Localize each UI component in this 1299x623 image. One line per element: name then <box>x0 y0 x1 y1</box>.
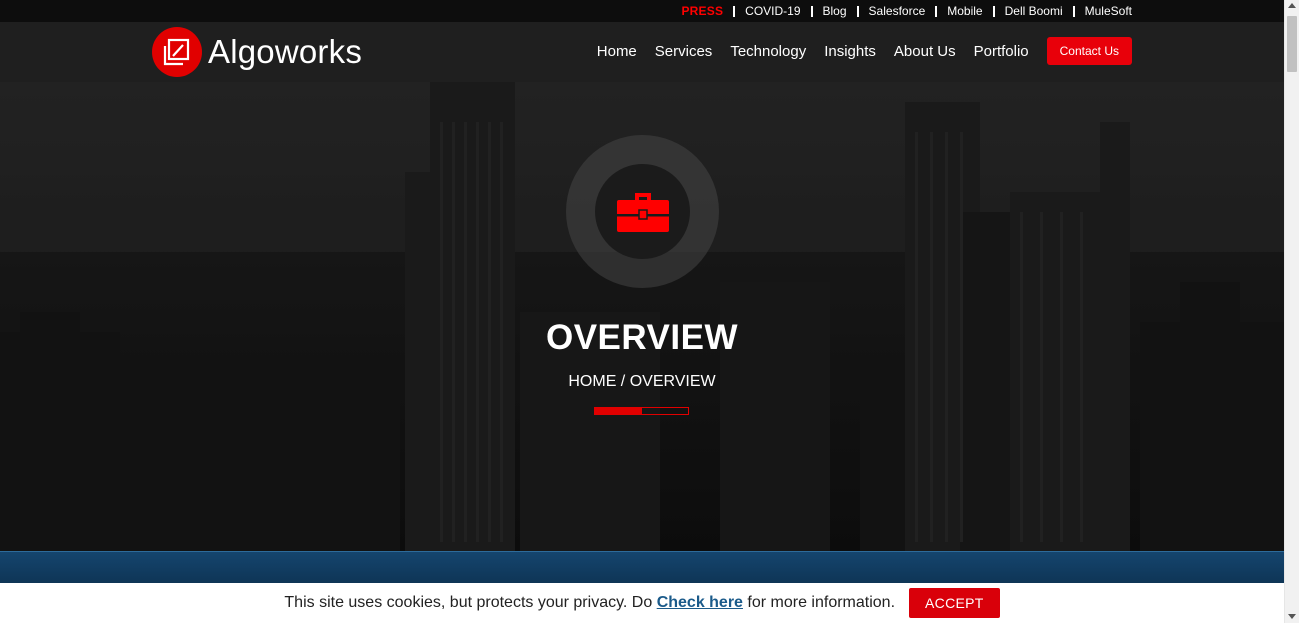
separator <box>1072 5 1075 17</box>
scroll-down-arrow-icon[interactable] <box>1288 614 1296 619</box>
main-nav: Home Services Technology Insights About … <box>579 37 1132 65</box>
title-underline-fill <box>595 408 642 414</box>
nav-insights[interactable]: Insights <box>824 43 876 60</box>
check-here-link[interactable]: Check here <box>657 594 743 611</box>
breadcrumb: HOME / OVERVIEW <box>568 373 716 390</box>
nav-technology[interactable]: Technology <box>730 43 806 60</box>
nav-services[interactable]: Services <box>655 43 713 60</box>
nav-about-us[interactable]: About Us <box>894 43 956 60</box>
mulesoft-link[interactable]: MuleSoft <box>1085 4 1132 18</box>
title-underline-bar <box>594 407 689 415</box>
logo-text: Algoworks <box>208 33 363 70</box>
press-link[interactable]: PRESS <box>681 4 723 18</box>
site-header: Algoworks Home Services Technology Insig… <box>0 22 1284 82</box>
contact-us-button[interactable]: Contact Us <box>1046 37 1132 65</box>
page-scrollbar[interactable] <box>1284 0 1299 623</box>
accept-cookies-button[interactable]: ACCEPT <box>909 588 1000 618</box>
separator <box>856 5 859 17</box>
mobile-link[interactable]: Mobile <box>947 4 982 18</box>
separator <box>810 5 813 17</box>
cookie-message: This site uses cookies, but protects you… <box>284 594 895 612</box>
top-utility-bar: PRESS COVID-19 Blog Salesforce Mobile De… <box>0 0 1284 22</box>
nav-portfolio[interactable]: Portfolio <box>974 43 1029 60</box>
dell-boomi-link[interactable]: Dell Boomi <box>1005 4 1063 18</box>
separator <box>733 5 736 17</box>
cookie-text-after: for more information. <box>742 594 896 611</box>
blog-link[interactable]: Blog <box>823 4 847 18</box>
covid-link[interactable]: COVID-19 <box>745 4 800 18</box>
cookie-text-before: This site uses cookies, but protects you… <box>284 594 657 611</box>
cookie-banner: This site uses cookies, but protects you… <box>0 583 1284 623</box>
page-title: OVERVIEW <box>545 318 738 357</box>
logo-icon <box>152 27 202 77</box>
salesforce-link[interactable]: Salesforce <box>869 4 926 18</box>
scrollbar-thumb[interactable] <box>1287 16 1297 72</box>
scroll-up-arrow-icon[interactable] <box>1288 3 1296 8</box>
separator <box>992 5 995 17</box>
briefcase-icon <box>595 164 690 259</box>
nav-home[interactable]: Home <box>597 43 637 60</box>
hero-banner: OVERVIEW HOME / OVERVIEW <box>0 82 1284 551</box>
top-links: PRESS COVID-19 Blog Salesforce Mobile De… <box>681 0 1132 22</box>
separator <box>935 5 938 17</box>
section-strip <box>0 551 1284 583</box>
logo[interactable]: Algoworks <box>152 27 362 77</box>
